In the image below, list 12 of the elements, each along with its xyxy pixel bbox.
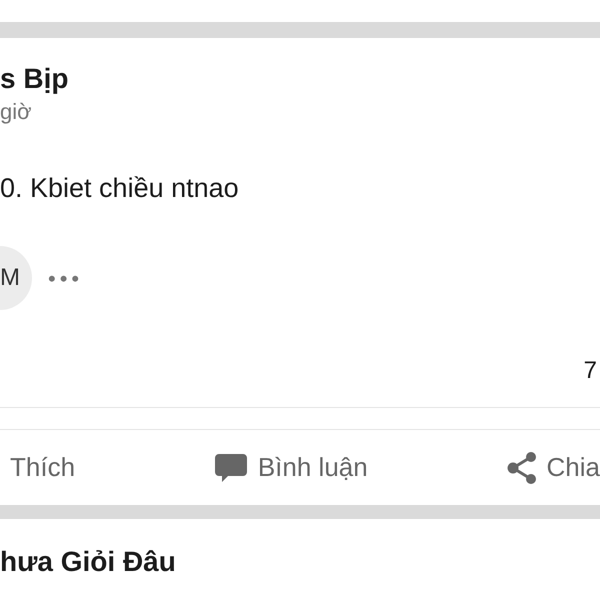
comment-icon bbox=[214, 452, 248, 484]
comment-button[interactable]: Bình luận bbox=[214, 448, 368, 487]
avatar[interactable]: M bbox=[0, 246, 32, 310]
post-text: 0. Kbiet chiều ntnao bbox=[0, 172, 240, 205]
author-name[interactable]: s Bịp bbox=[0, 62, 600, 96]
share-button[interactable]: Chia bbox=[506, 448, 600, 487]
share-icon bbox=[506, 452, 536, 484]
reaction-count[interactable]: 7 bbox=[584, 353, 597, 389]
author-name[interactable]: hưa Giỏi Đâu bbox=[0, 545, 600, 579]
like-button[interactable]: Thích bbox=[10, 448, 76, 487]
post-time: giờ bbox=[0, 98, 33, 126]
more-button[interactable]: ••• bbox=[48, 262, 84, 294]
